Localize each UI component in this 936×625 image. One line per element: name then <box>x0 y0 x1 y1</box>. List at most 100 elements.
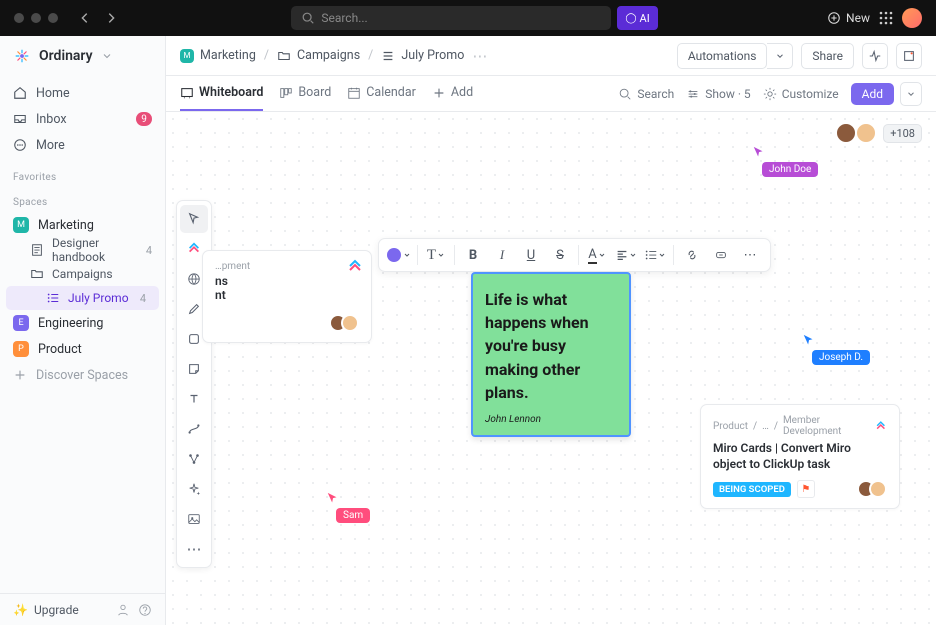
sidebar-item-campaigns[interactable]: Campaigns <box>0 262 165 286</box>
activity-button[interactable] <box>862 43 888 69</box>
favorites-header: Favorites <box>0 162 165 187</box>
tool-sticky[interactable] <box>180 355 208 383</box>
help-icon[interactable] <box>138 603 152 617</box>
strike-button[interactable]: S <box>546 242 574 268</box>
plus-circle-icon <box>827 11 841 25</box>
customize-button[interactable]: Customize <box>763 87 839 101</box>
underline-button[interactable]: U <box>517 242 545 268</box>
connector-icon <box>187 422 201 436</box>
maximize-window-icon[interactable] <box>48 13 58 23</box>
tab-whiteboard[interactable]: Whiteboard <box>180 76 263 111</box>
sticky-note[interactable]: Life is what happens when you're busy ma… <box>471 272 631 437</box>
automations-dropdown[interactable] <box>767 43 793 69</box>
sticky-icon <box>187 362 201 376</box>
sidebar-item-more[interactable]: More <box>0 132 165 158</box>
sidebar-item-designer-handbook[interactable]: Designer handbook 4 <box>0 238 165 262</box>
tool-more[interactable]: ⋯ <box>180 535 208 563</box>
clickup-icon <box>347 259 363 275</box>
presence-count[interactable]: +108 <box>883 124 922 143</box>
card-crumb[interactable]: … <box>762 421 769 432</box>
breadcrumb-july-promo[interactable]: July Promo <box>381 48 464 63</box>
whiteboard-canvas[interactable]: +108 ⋯ …pment nsnt <box>166 112 936 625</box>
card-crumb[interactable]: Product <box>713 421 748 432</box>
tool-ai[interactable] <box>180 475 208 503</box>
upgrade-button[interactable]: ✨ Upgrade <box>13 603 108 617</box>
presence-avatar[interactable] <box>855 122 877 144</box>
window-controls[interactable] <box>14 13 58 23</box>
link-button[interactable] <box>678 242 706 268</box>
globe-icon <box>187 272 201 286</box>
fill-color-button[interactable] <box>385 242 413 268</box>
chevron-down-icon <box>598 251 606 259</box>
inbox-count-badge: 9 <box>136 112 152 126</box>
apps-grid-icon[interactable] <box>878 10 894 26</box>
plus-icon <box>13 368 27 382</box>
live-cursor-joseph: Joseph D. <box>802 334 870 365</box>
add-dropdown[interactable] <box>900 82 922 106</box>
view-search-button[interactable]: Search <box>618 87 674 101</box>
minimize-window-icon[interactable] <box>31 13 41 23</box>
new-button[interactable]: New <box>827 11 870 25</box>
breadcrumb-campaigns[interactable]: Campaigns <box>277 48 360 63</box>
card-crumb[interactable]: Member Development <box>783 415 870 437</box>
priority-flag[interactable]: ⚑ <box>797 480 815 498</box>
italic-button[interactable]: I <box>488 242 516 268</box>
sidebar-space-product[interactable]: P Product <box>0 336 165 362</box>
tab-add-view[interactable]: Add <box>432 76 473 111</box>
assignee-avatar[interactable] <box>341 314 359 332</box>
sidebar-space-marketing[interactable]: M Marketing <box>0 212 165 238</box>
user-avatar[interactable] <box>902 8 922 28</box>
sidebar-item-inbox[interactable]: Inbox 9 <box>0 106 165 132</box>
chevron-left-icon <box>78 11 92 25</box>
sparkle-icon: ✨ <box>13 603 28 617</box>
workspace-switcher[interactable]: Ordinary <box>0 36 165 76</box>
tab-calendar[interactable]: Calendar <box>347 76 416 111</box>
tool-connector[interactable] <box>180 415 208 443</box>
more-format-button[interactable]: ⋯ <box>736 242 764 268</box>
person-icon[interactable] <box>116 603 130 617</box>
tool-text[interactable] <box>180 385 208 413</box>
sidebar-space-engineering[interactable]: E Engineering <box>0 310 165 336</box>
forward-button[interactable] <box>100 7 122 29</box>
show-button[interactable]: Show · 5 <box>686 87 750 101</box>
fullscreen-button[interactable] <box>896 43 922 69</box>
sidebar-item-july-promo[interactable]: July Promo 4 <box>6 286 159 310</box>
tool-select[interactable] <box>180 205 208 233</box>
back-button[interactable] <box>74 7 96 29</box>
list-button[interactable] <box>641 242 669 268</box>
presence-avatar[interactable] <box>835 122 857 144</box>
breadcrumb-marketing[interactable]: M Marketing <box>180 48 256 63</box>
close-window-icon[interactable] <box>14 13 24 23</box>
add-button[interactable]: Add <box>851 83 894 105</box>
task-card[interactable]: Product/ …/ Member Development Miro Card… <box>700 404 900 509</box>
automations-button[interactable]: Automations <box>677 43 768 69</box>
cursor-icon <box>187 212 201 226</box>
align-button[interactable] <box>612 242 640 268</box>
sidebar-discover-spaces[interactable]: Discover Spaces <box>0 362 165 388</box>
task-card[interactable]: …pment nsnt <box>202 250 372 343</box>
chevron-down-icon <box>629 251 637 259</box>
share-button[interactable]: Share <box>801 43 854 69</box>
assignee-avatar[interactable] <box>869 480 887 498</box>
sticky-author[interactable]: John Lennon <box>485 414 617 425</box>
status-badge[interactable]: BEING SCOPED <box>713 482 791 497</box>
convert-button[interactable] <box>707 242 735 268</box>
presence-avatars[interactable]: +108 <box>835 122 922 144</box>
ai-button[interactable]: ◯AI <box>617 6 657 30</box>
tab-board[interactable]: Board <box>279 76 331 111</box>
search-placeholder: Search... <box>321 11 367 25</box>
card-title: Miro Cards | Convert Miro object to Clic… <box>713 441 887 472</box>
sidebar-item-home[interactable]: Home <box>0 80 165 106</box>
text-style-button[interactable]: T <box>422 242 450 268</box>
more-icon[interactable]: ⋯ <box>472 47 487 65</box>
text-color-button[interactable]: A <box>583 242 611 268</box>
sticky-text[interactable]: Life is what happens when you're busy ma… <box>485 288 617 404</box>
sliders-icon <box>686 87 700 101</box>
flag-icon: ⚑ <box>801 484 810 495</box>
tool-image[interactable] <box>180 505 208 533</box>
more-icon: ⋯ <box>187 540 202 558</box>
text-icon <box>187 392 201 406</box>
tool-relation[interactable] <box>180 445 208 473</box>
global-search-input[interactable]: Search... <box>291 6 611 30</box>
bold-button[interactable]: B <box>459 242 487 268</box>
